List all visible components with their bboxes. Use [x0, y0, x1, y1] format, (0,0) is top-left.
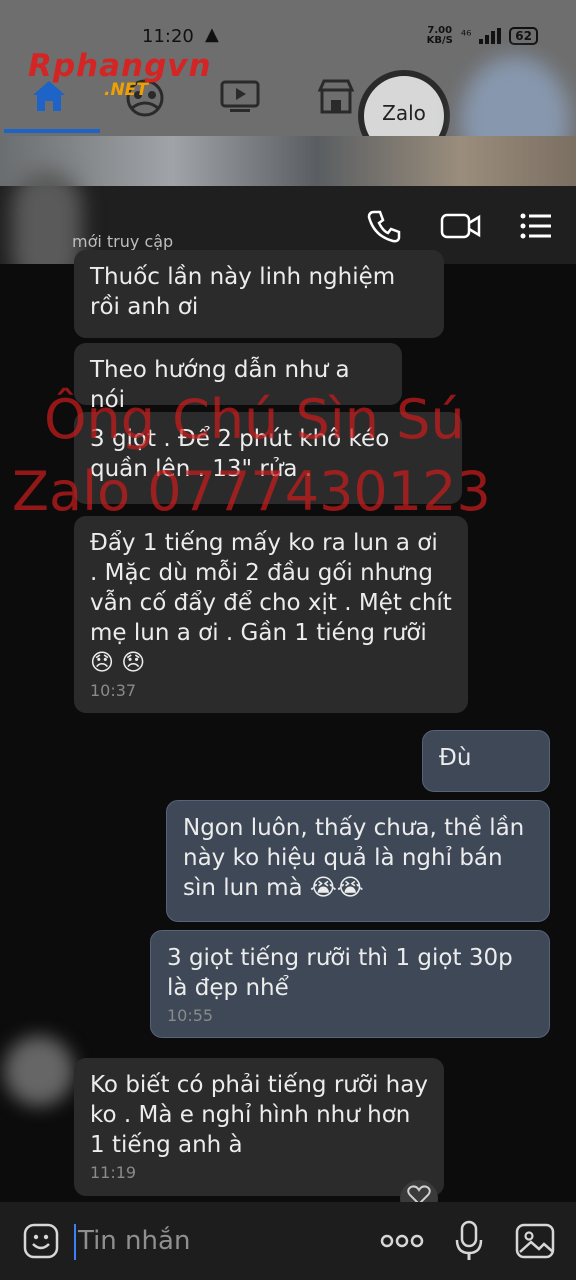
- message-text: Thuốc lần này linh nghiệm rồi anh ơi: [90, 264, 396, 320]
- microphone-icon[interactable]: [454, 1220, 484, 1262]
- watermark-text-line2: Zalo 0777430123: [12, 460, 491, 523]
- sender-avatar[interactable]: [4, 1036, 74, 1106]
- message-input[interactable]: Tin nhắn: [78, 1226, 190, 1256]
- message-text: Đẩy 1 tiếng mấy ko ra lun a ơi . Mặc dù …: [90, 530, 452, 676]
- message-text: 3 giọt tiếng rưỡi thì 1 giọt 30p là đẹp …: [167, 945, 513, 1001]
- image-gallery-icon[interactable]: [514, 1222, 556, 1260]
- message-text: Ngon luôn, thấy chưa, thề lần này ko hiệ…: [183, 815, 525, 901]
- network-speed: 7.00 KB/S: [426, 25, 453, 46]
- phone-call-icon[interactable]: [366, 208, 406, 244]
- status-indicators: 7.00 KB/S ⁴⁶ 62: [427, 26, 538, 46]
- signal-bars-icon: [479, 28, 502, 44]
- message-incoming[interactable]: Đẩy 1 tiếng mấy ko ra lun a ơi . Mặc dù …: [74, 516, 468, 713]
- battery-indicator: 62: [509, 27, 538, 45]
- video-call-icon[interactable]: [440, 208, 481, 244]
- message-time: 11:19: [90, 1163, 137, 1182]
- zalo-badge-label: Zalo: [382, 101, 426, 125]
- home-tab-indicator: [4, 129, 100, 133]
- status-time: 11:20: [142, 26, 194, 47]
- message-outgoing[interactable]: Ngon luôn, thấy chưa, thề lần này ko hiệ…: [166, 800, 550, 922]
- watermark-logo: Rphangvn: [28, 48, 212, 84]
- last-seen-status: mới truy cập: [72, 232, 174, 251]
- watermark-text-line1: Ông Chú Sìn Sú: [44, 388, 465, 451]
- message-outgoing[interactable]: 3 giọt tiếng rưỡi thì 1 giọt 30p là đẹp …: [150, 930, 550, 1038]
- message-time: 10:55: [167, 1006, 214, 1025]
- watermark-logo-suffix: .NET: [104, 80, 148, 100]
- video-tab-icon[interactable]: [220, 78, 260, 114]
- background-photo-strip: [0, 136, 576, 186]
- message-outgoing[interactable]: Đù: [422, 730, 550, 792]
- menu-list-icon[interactable]: [518, 208, 558, 244]
- message-incoming[interactable]: Ko biết có phải tiếng rưỡi hay ko . Mà e…: [74, 1058, 444, 1196]
- text-cursor: [74, 1224, 76, 1260]
- signal-4g-icon: ⁴⁶: [460, 28, 472, 44]
- message-incoming[interactable]: Thuốc lần này linh nghiệm rồi anh ơi: [74, 250, 444, 338]
- shop-icon[interactable]: [316, 78, 356, 116]
- message-text: Đù: [439, 745, 472, 771]
- more-options-icon[interactable]: [380, 1232, 424, 1250]
- message-time: 10:37: [90, 681, 137, 700]
- emoji-icon[interactable]: [22, 1222, 60, 1260]
- warning-icon: ▲: [205, 24, 219, 45]
- message-text: Ko biết có phải tiếng rưỡi hay ko . Mà e…: [90, 1072, 428, 1158]
